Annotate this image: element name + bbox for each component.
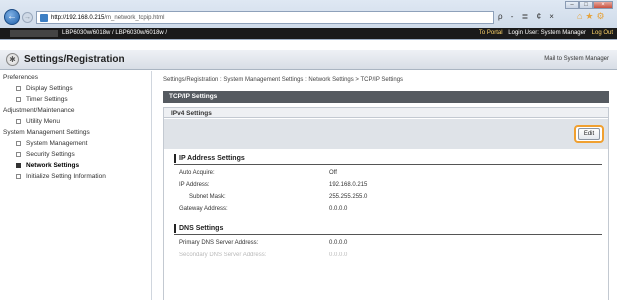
- bullet-icon: [16, 85, 21, 91]
- sidebar: Preferences Display Settings Timer Setti…: [0, 71, 152, 300]
- sidebar-item-label: System Management: [26, 140, 88, 147]
- auto-acquire-value: Off: [329, 170, 337, 176]
- edit-highlight: Edit: [574, 125, 604, 143]
- sidebar-item-label: Initialize Setting Information: [26, 173, 106, 180]
- sidebar-item-display-settings[interactable]: Display Settings: [16, 85, 73, 92]
- logout-link[interactable]: Log Out: [592, 30, 613, 36]
- url-path: /m_network_tcpip.html: [104, 15, 165, 21]
- subnet-mask-label: Subnet Mask:: [189, 194, 226, 200]
- url-host: http://192.168.0.215: [51, 15, 105, 21]
- device-thumbnail: [10, 30, 58, 37]
- home-star-gear-icons[interactable]: ⌂★⚙: [577, 11, 608, 22]
- ip-address-settings-heading: IP Address Settings: [174, 154, 245, 163]
- sidebar-item-label: Timer Settings: [26, 96, 68, 103]
- sidebar-item-security-settings[interactable]: Security Settings: [16, 151, 75, 158]
- dns-settings-heading: DNS Settings: [174, 224, 223, 233]
- to-portal-link[interactable]: To Portal: [479, 30, 503, 36]
- sidebar-item-label: Utility Menu: [26, 118, 60, 125]
- device-app-bar: LBP6030w/6018w / LBP6030w/6018w / To Por…: [0, 28, 617, 39]
- subnet-mask-value: 255.255.255.0: [329, 194, 368, 200]
- close-window-button[interactable]: ×: [593, 1, 613, 9]
- button-bar: Edit: [164, 119, 608, 149]
- secondary-dns-value: 0.0.0.0: [329, 252, 348, 258]
- settings-title-bar: ✱ Settings/Registration Mail to System M…: [0, 50, 617, 70]
- address-tools[interactable]: ρ - ≣ ¢ ×: [498, 12, 557, 21]
- bullet-icon: [16, 151, 21, 157]
- primary-dns-label: Primary DNS Server Address:: [179, 240, 259, 246]
- sidebar-item-utility-menu[interactable]: Utility Menu: [16, 118, 60, 125]
- app-bar-links: To Portal Login User: System Manager Log…: [475, 30, 613, 36]
- primary-dns-value: 0.0.0.0: [329, 240, 348, 246]
- section-header: TCP/IP Settings: [163, 91, 609, 103]
- minimize-button[interactable]: –: [565, 1, 579, 9]
- breadcrumb: Settings/Registration : System Managemen…: [163, 77, 404, 83]
- login-user-text: Login User: System Manager: [508, 30, 586, 36]
- back-arrow-icon[interactable]: ←: [4, 9, 20, 25]
- sidebar-item-label: Security Settings: [26, 151, 75, 158]
- auto-acquire-label: Auto Acquire:: [179, 170, 215, 176]
- window-controls: – □ ×: [565, 1, 613, 9]
- section-divider: [174, 234, 602, 235]
- gateway-address-value: 0.0.0.0: [329, 206, 348, 212]
- bullet-icon: [16, 140, 21, 146]
- ip-address-label: IP Address:: [179, 182, 210, 188]
- panel-header: IPv4 Settings: [164, 108, 608, 118]
- section-header-title: TCP/IP Settings: [169, 93, 218, 100]
- gateway-address-label: Gateway Address:: [179, 206, 228, 212]
- ip-address-value: 192.168.0.215: [329, 182, 368, 188]
- ipv4-settings-panel: IPv4 Settings Edit IP Address Settings A…: [163, 107, 609, 300]
- sidebar-item-label: Network Settings: [26, 162, 80, 169]
- forward-arrow-icon[interactable]: →: [22, 12, 33, 23]
- page-title: Settings/Registration: [24, 54, 125, 65]
- settings-logo-icon: ✱: [6, 53, 19, 66]
- address-url: http://192.168.0.215/m_network_tcpip.htm…: [51, 15, 164, 21]
- panel-title: IPv4 Settings: [171, 110, 212, 117]
- maximize-button[interactable]: □: [579, 1, 593, 9]
- bullet-icon: [16, 118, 21, 124]
- address-bar[interactable]: http://192.168.0.215/m_network_tcpip.htm…: [36, 11, 494, 24]
- sidebar-heading-preferences[interactable]: Preferences: [3, 74, 38, 81]
- bullet-icon: [16, 96, 21, 102]
- edit-button[interactable]: Edit: [578, 128, 600, 140]
- mail-to-system-manager-link[interactable]: Mail to System Manager: [544, 56, 609, 62]
- main-content: Settings/Registration : System Managemen…: [163, 71, 611, 300]
- bullet-icon: [16, 173, 21, 179]
- sidebar-item-network-settings[interactable]: Network Settings: [16, 162, 79, 169]
- sidebar-item-initialize-setting-information[interactable]: Initialize Setting Information: [16, 173, 106, 180]
- sidebar-item-label: Display Settings: [26, 85, 73, 92]
- device-name: LBP6030w/6018w / LBP6030w/6018w /: [62, 30, 168, 36]
- sidebar-heading-system-management-settings[interactable]: System Management Settings: [3, 129, 90, 136]
- section-divider: [174, 164, 602, 165]
- sidebar-heading-adjustment[interactable]: Adjustment/Maintenance: [3, 107, 75, 114]
- secondary-dns-label: Secondary DNS Server Address:: [179, 252, 267, 258]
- bullet-icon: [16, 162, 21, 168]
- page-favicon-icon: [40, 14, 48, 22]
- sidebar-item-timer-settings[interactable]: Timer Settings: [16, 96, 68, 103]
- sidebar-item-system-management[interactable]: System Management: [16, 140, 87, 147]
